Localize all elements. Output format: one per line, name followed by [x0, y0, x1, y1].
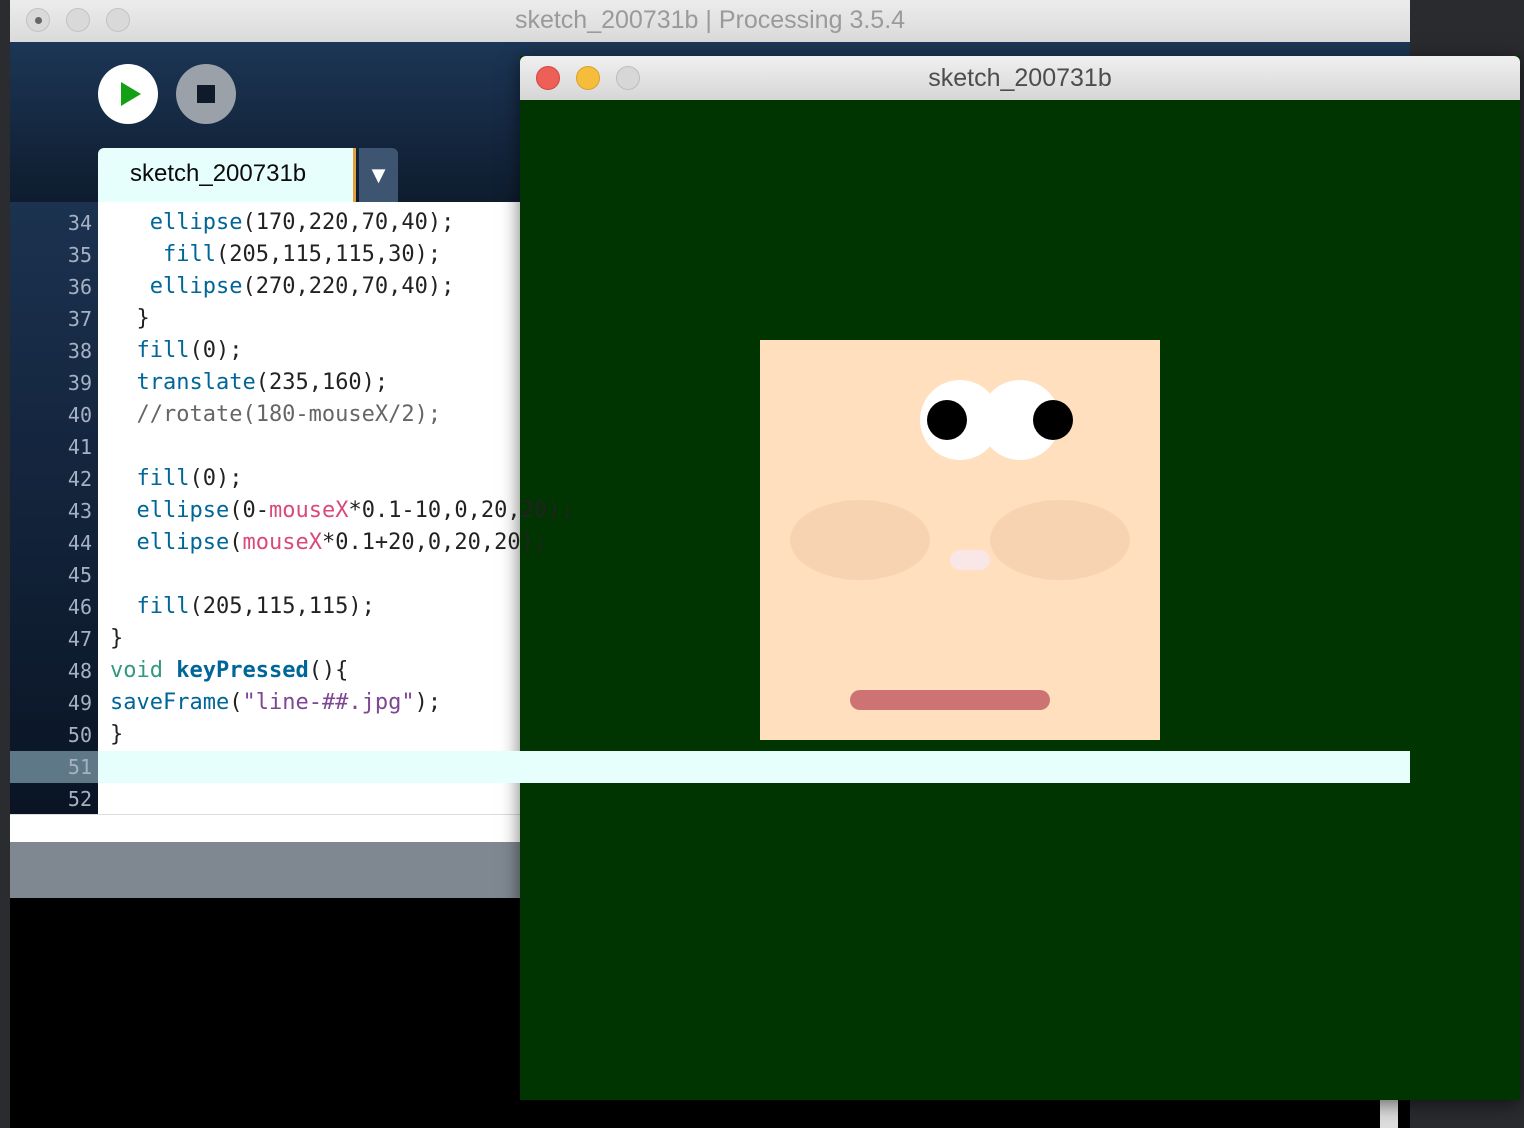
play-icon [121, 82, 141, 106]
line-number-gutter: 34 35 36 37 38 39 40 41 42 43 44 45 46 47 48 49 50 51 52 [10, 202, 98, 814]
code-line: ellipse(0-mouseX*0.1-10,0,20,20); [136, 498, 574, 523]
console-scrollbar-thumb[interactable] [1380, 1098, 1398, 1128]
tab-sketch[interactable]: sketch_200731b [98, 148, 356, 202]
line-number: 47 [67, 627, 92, 651]
code-line: translate(235,160); [136, 370, 389, 395]
line-number: 37 [67, 307, 92, 331]
line-number: 51 [67, 755, 92, 779]
run-button[interactable] [98, 64, 158, 124]
line-number: 42 [67, 467, 92, 491]
code-line: } [110, 722, 124, 747]
code-line: ellipse(mouseX*0.1+20,0,20,20); [136, 530, 548, 555]
ide-titlebar: sketch_200731b | Processing 3.5.4 [10, 0, 1410, 43]
code-line: //rotate(180-mouseX/2); [110, 402, 442, 427]
line-number: 35 [67, 243, 92, 267]
code-line: } [110, 306, 150, 331]
line-number: 52 [67, 787, 92, 811]
line-number: 39 [67, 371, 92, 395]
ide-window-title: sketch_200731b | Processing 3.5.4 [514, 6, 906, 34]
code-line: saveFrame("line-##.jpg"); [110, 690, 442, 715]
line-number: 50 [67, 723, 92, 747]
code-line: fill(205,115,115,30); [162, 242, 442, 267]
code-line: fill(0); [136, 466, 243, 491]
line-number: 49 [67, 691, 92, 715]
line-number: 34 [67, 211, 92, 235]
stop-icon [197, 85, 215, 103]
code-line: ellipse(170,220,70,40); [149, 210, 455, 235]
code-line: } [110, 626, 124, 651]
line-number: 38 [67, 339, 92, 363]
code-editor[interactable]: ellipse(170,220,70,40); fill(205,115,115… [98, 202, 1410, 814]
stop-button[interactable] [176, 64, 236, 124]
sketch-titlebar: sketch_200731b [520, 56, 1520, 101]
code-line: ellipse(270,220,70,40); [149, 274, 455, 299]
tab-label: sketch_200731b [130, 160, 307, 187]
chevron-down-icon: ▼ [371, 165, 386, 186]
code-line: fill(205,115,115); [136, 594, 375, 619]
sketch-window-title: sketch_200731b [928, 64, 1112, 92]
line-number: 40 [67, 403, 92, 427]
line-number: 45 [67, 563, 92, 587]
line-number: 46 [67, 595, 92, 619]
code-line: fill(0); [136, 338, 243, 363]
line-number: 48 [67, 659, 92, 683]
code-line: void keyPressed(){ [110, 658, 349, 683]
line-number: 43 [67, 499, 92, 523]
line-number: 44 [67, 531, 92, 555]
line-number: 41 [67, 435, 92, 459]
line-number: 36 [67, 275, 92, 299]
tab-menu-button[interactable]: ▼ [359, 148, 398, 202]
desktop-edge [0, 0, 10, 1128]
